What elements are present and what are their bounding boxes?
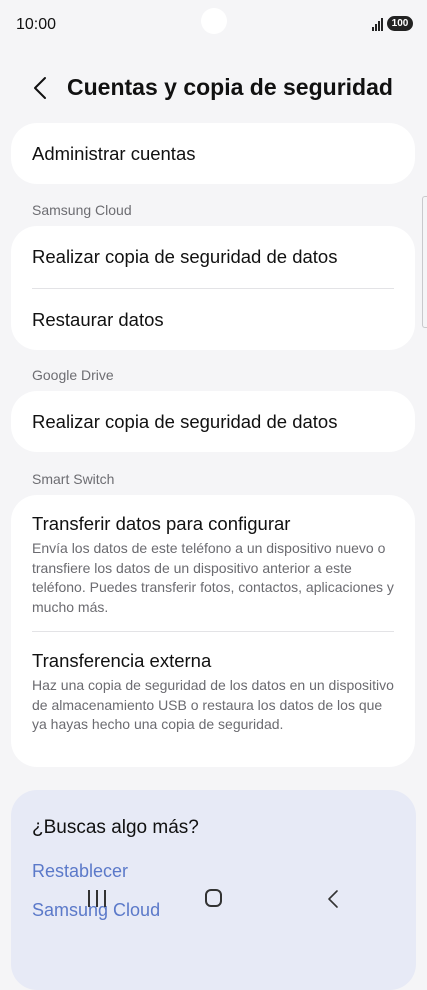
status-time: 10:00 [16, 16, 57, 33]
signal-icon [372, 17, 383, 31]
transfer-setup-title: Transferir datos para configurar [32, 513, 291, 534]
divider [32, 631, 394, 632]
suggestion-link-reset[interactable]: Restablecer [32, 861, 128, 882]
scrollbar[interactable] [422, 196, 427, 328]
google-drive-backup-item: Realizar copia de seguridad de datos [32, 411, 338, 432]
section-label-smart-switch: Smart Switch [32, 471, 115, 487]
external-transfer-item[interactable]: Transferencia externa Haz una copia de s… [32, 650, 394, 735]
section-label-samsung-cloud: Samsung Cloud [32, 202, 132, 218]
external-transfer-description: Haz una copia de seguridad de los datos … [32, 677, 394, 732]
divider [32, 288, 394, 289]
nav-back-icon[interactable] [326, 888, 340, 910]
smart-switch-card: Transferir datos para configurar Envía l… [11, 495, 415, 767]
section-label-google-drive: Google Drive [32, 367, 114, 383]
back-arrow-icon[interactable] [28, 74, 56, 102]
suggestions-title: ¿Buscas algo más? [32, 817, 199, 838]
battery-icon: 100 [387, 16, 413, 31]
google-drive-card[interactable]: Realizar copia de seguridad de datos [11, 391, 415, 452]
battery-level: 100 [391, 18, 409, 29]
transfer-setup-item[interactable]: Transferir datos para configurar Envía l… [32, 513, 394, 617]
samsung-cloud-restore-item[interactable]: Restaurar datos [32, 309, 394, 331]
page-title: Cuentas y copia de seguridad [67, 74, 393, 100]
navigation-bar [0, 888, 427, 926]
samsung-cloud-backup-item[interactable]: Realizar copia de seguridad de datos [32, 246, 394, 268]
status-bar: 10:00 100 [0, 0, 427, 50]
manage-accounts-card[interactable]: Administrar cuentas [11, 123, 415, 184]
app-header: Cuentas y copia de seguridad [0, 66, 427, 110]
manage-accounts-label: Administrar cuentas [32, 143, 196, 164]
external-transfer-title: Transferencia externa [32, 650, 212, 671]
transfer-setup-description: Envía los datos de este teléfono a un di… [32, 540, 394, 615]
front-camera-cutout [201, 8, 227, 34]
samsung-cloud-card: Realizar copia de seguridad de datos Res… [11, 226, 415, 350]
home-icon[interactable] [205, 889, 222, 907]
recent-apps-icon[interactable] [88, 890, 106, 907]
